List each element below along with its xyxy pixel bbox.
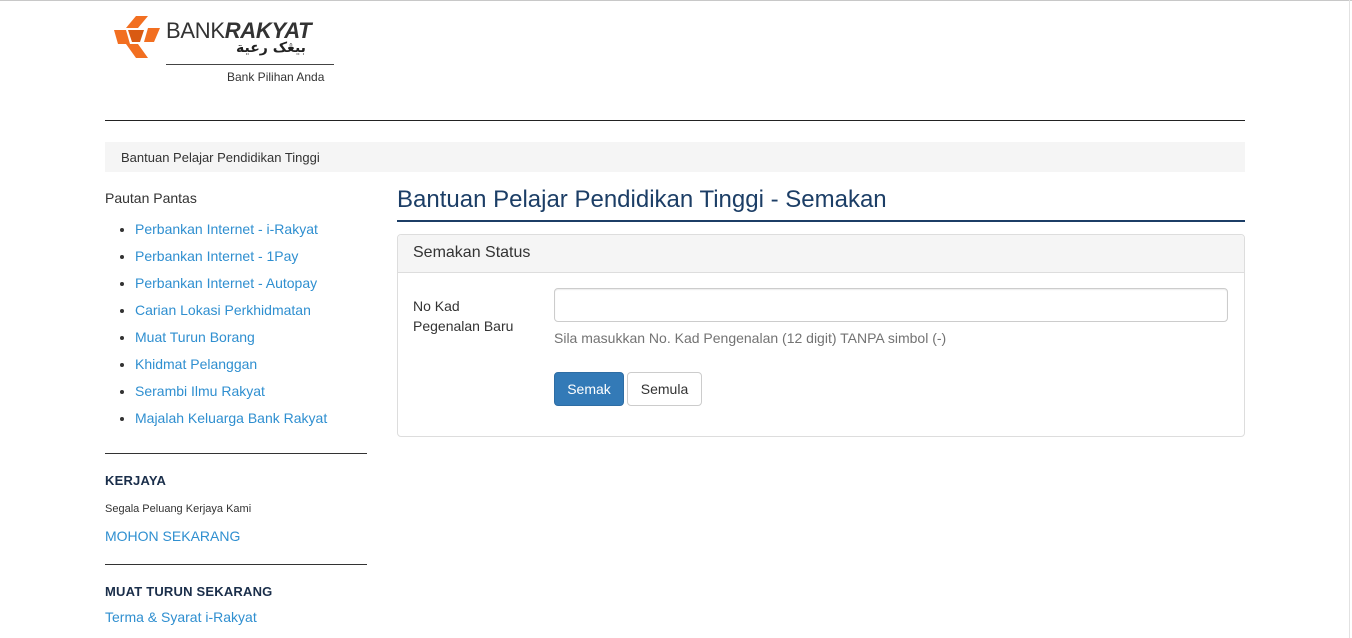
ic-number-help: Sila masukkan No. Kad Pengenalan (12 dig… <box>554 330 947 346</box>
ic-number-input[interactable] <box>554 288 1228 322</box>
career-text: Segala Peluang Kerjaya Kami <box>105 503 252 515</box>
download-title: MUAT TURUN SEKARANG <box>105 584 273 599</box>
list-item: Perbankan Internet - 1Pay <box>135 243 367 270</box>
link-download-forms[interactable]: Muat Turun Borang <box>135 329 255 345</box>
ic-number-label-line2: Pegenalan Baru <box>413 318 514 334</box>
list-item: Majalah Keluarga Bank Rakyat <box>135 405 367 432</box>
list-item: Khidmat Pelanggan <box>135 351 367 378</box>
list-item: Perbankan Internet - Autopay <box>135 270 367 297</box>
check-button[interactable]: Semak <box>554 372 624 406</box>
link-1pay[interactable]: Perbankan Internet - 1Pay <box>135 248 298 264</box>
link-serambi-ilmu[interactable]: Serambi Ilmu Rakyat <box>135 383 265 399</box>
bank-rakyat-logo-icon <box>114 16 160 58</box>
header-divider <box>105 120 1245 121</box>
link-majalah[interactable]: Majalah Keluarga Bank Rakyat <box>135 410 327 426</box>
sidebar-quick-links: Pautan Pantas Perbankan Internet - i-Rak… <box>105 190 367 432</box>
brand-name-jawi: بيڠک رعية <box>236 40 306 56</box>
breadcrumb-current: Bantuan Pelajar Pendidikan Tinggi <box>121 150 320 165</box>
sidebar-divider <box>105 564 367 565</box>
ic-number-label-line1: No Kad <box>413 298 460 314</box>
list-item: Muat Turun Borang <box>135 324 367 351</box>
bank-logo[interactable]: BANKRAKYAT بيڠک رعية Bank Pilihan Anda <box>114 14 354 94</box>
page-title: Bantuan Pelajar Pendidikan Tinggi - Sema… <box>397 186 1245 222</box>
status-check-panel: Semakan Status No Kad Pegenalan Baru Sil… <box>397 234 1245 437</box>
apply-now-link[interactable]: MOHON SEKARANG <box>105 528 240 544</box>
list-item: Carian Lokasi Perkhidmatan <box>135 297 367 324</box>
list-item: Perbankan Internet - i-Rakyat <box>135 216 367 243</box>
brand-name-light: BANK <box>166 18 225 43</box>
link-i-rakyat[interactable]: Perbankan Internet - i-Rakyat <box>135 221 318 237</box>
reset-button[interactable]: Semula <box>627 372 702 406</box>
link-autopay[interactable]: Perbankan Internet - Autopay <box>135 275 317 291</box>
link-customer-service[interactable]: Khidmat Pelanggan <box>135 356 257 372</box>
top-border <box>0 0 1352 1</box>
career-title: KERJAYA <box>105 473 167 488</box>
panel-heading: Semakan Status <box>398 235 1244 273</box>
ic-number-label: No Kad Pegenalan Baru <box>413 296 533 336</box>
quick-links-heading: Pautan Pantas <box>105 190 197 206</box>
list-item: Serambi Ilmu Rakyat <box>135 378 367 405</box>
quick-links-list: Perbankan Internet - i-Rakyat Perbankan … <box>105 216 367 432</box>
terms-link[interactable]: Terma & Syarat i-Rakyat <box>105 609 257 625</box>
link-service-locator[interactable]: Carian Lokasi Perkhidmatan <box>135 302 311 318</box>
logo-divider <box>166 64 334 65</box>
right-border <box>1349 0 1350 638</box>
breadcrumb: Bantuan Pelajar Pendidikan Tinggi <box>105 142 1245 172</box>
brand-tagline: Bank Pilihan Anda <box>227 70 325 84</box>
sidebar-divider <box>105 453 367 454</box>
